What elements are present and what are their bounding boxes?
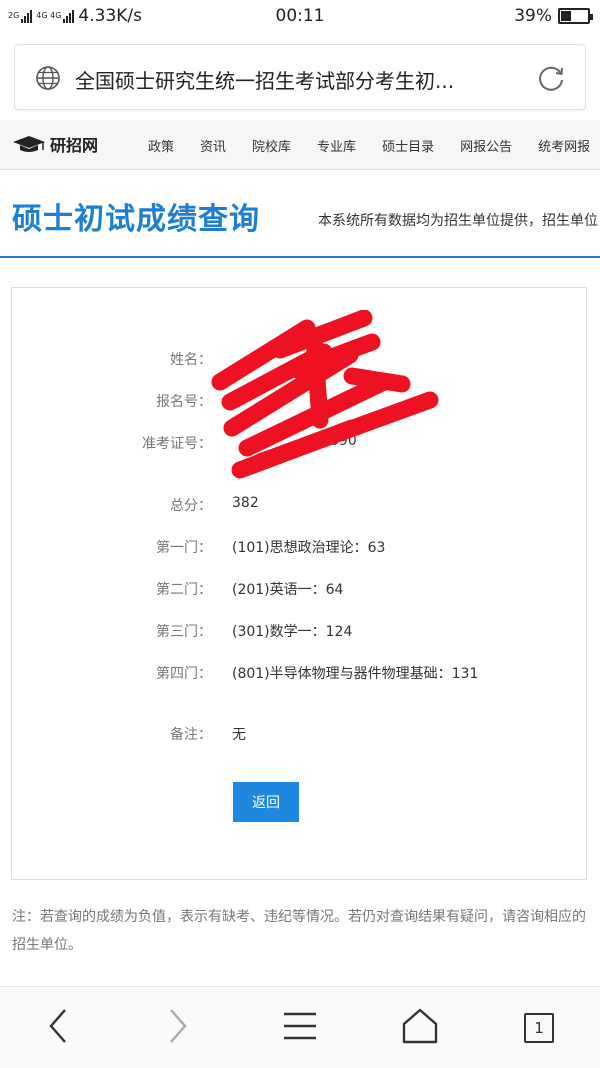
page-title: 硕士初试成绩查询 bbox=[12, 202, 260, 237]
value-subject-2: (201)英语一：64 bbox=[232, 582, 344, 598]
status-bar: 2G 4G 4G 4.33K/s 00:11 39% bbox=[0, 0, 600, 34]
value-total-score: 382 bbox=[232, 495, 259, 511]
value-subject-4: (801)半导体物理与器件物理基础：131 bbox=[232, 666, 479, 682]
row-subject-2: 第二门： (201)英语一：64 bbox=[12, 577, 588, 601]
graduation-cap-icon bbox=[13, 136, 45, 152]
globe-icon bbox=[36, 66, 60, 90]
nav-item-schools[interactable]: 院校库 bbox=[252, 136, 291, 155]
page-title-in-address-bar[interactable]: 全国硕士研究生统一招生考试部分考生初... bbox=[75, 65, 525, 94]
battery-fill bbox=[561, 11, 571, 21]
home-icon[interactable] bbox=[400, 1006, 440, 1046]
site-nav: 研招网 政策 资讯 院校库 专业库 硕士目录 网报公告 统考网报 bbox=[0, 120, 600, 170]
label-subject-3: 第三门： bbox=[156, 624, 212, 640]
nav-item-catalog[interactable]: 硕士目录 bbox=[382, 136, 434, 155]
nav-item-announcements[interactable]: 网报公告 bbox=[460, 136, 512, 155]
address-bar[interactable]: 全国硕士研究生统一招生考试部分考生初... bbox=[14, 44, 586, 110]
row-subject-4: 第四门： (801)半导体物理与器件物理基础：131 bbox=[12, 661, 588, 685]
label-total-score: 总分： bbox=[170, 498, 212, 514]
nav-item-registration[interactable]: 统考网报 bbox=[538, 136, 590, 155]
row-subject-1: 第一门： (101)思想政治理论：63 bbox=[12, 535, 588, 559]
forward-arrow-icon[interactable] bbox=[158, 1006, 198, 1046]
menu-icon[interactable] bbox=[280, 1006, 320, 1046]
value-remark: 无 bbox=[232, 727, 246, 743]
nav-item-news[interactable]: 资讯 bbox=[200, 136, 226, 155]
battery-percent: 39% bbox=[514, 6, 552, 26]
site-logo[interactable]: 研招网 bbox=[12, 132, 98, 156]
page-subtitle: 本系统所有数据均为招生单位提供，招生单位 bbox=[318, 213, 598, 229]
battery-icon bbox=[558, 8, 593, 24]
back-arrow-icon[interactable] bbox=[38, 1006, 78, 1046]
title-divider bbox=[0, 256, 600, 258]
score-result-card: 姓名： 报名号： 准考证号： 090 总分： 382 第一门： (101)思想政… bbox=[11, 287, 587, 880]
value-subject-3: (301)数学一：124 bbox=[232, 624, 353, 640]
red-redaction-scribble bbox=[211, 310, 439, 479]
value-subject-1: (101)思想政治理论：63 bbox=[232, 540, 386, 556]
nav-menu: 政策 资讯 院校库 专业库 硕士目录 网报公告 统考网报 bbox=[148, 136, 590, 155]
back-button[interactable]: 返回 bbox=[233, 782, 299, 822]
nav-item-policy[interactable]: 政策 bbox=[148, 136, 174, 155]
reload-icon[interactable] bbox=[537, 63, 567, 93]
row-remark: 备注： 无 bbox=[12, 722, 588, 746]
clock: 00:11 bbox=[275, 6, 325, 26]
logo-text: 研招网 bbox=[50, 136, 99, 155]
tabs-count-button[interactable]: 1 bbox=[524, 1013, 554, 1043]
row-subject-3: 第三门： (301)数学一：124 bbox=[12, 619, 588, 643]
label-remark: 备注： bbox=[170, 727, 212, 743]
label-subject-1: 第一门： bbox=[156, 540, 212, 556]
label-subject-2: 第二门： bbox=[156, 582, 212, 598]
row-total-score: 总分： 382 bbox=[12, 493, 588, 517]
label-subject-4: 第四门： bbox=[156, 666, 212, 682]
nav-item-majors[interactable]: 专业库 bbox=[317, 136, 356, 155]
status-right: 39% bbox=[514, 6, 593, 26]
disclaimer-note: 注：若查询的成绩为负值，表示有缺考、违纪等情况。若仍对查询结果有疑问，请咨询相应… bbox=[12, 909, 586, 953]
